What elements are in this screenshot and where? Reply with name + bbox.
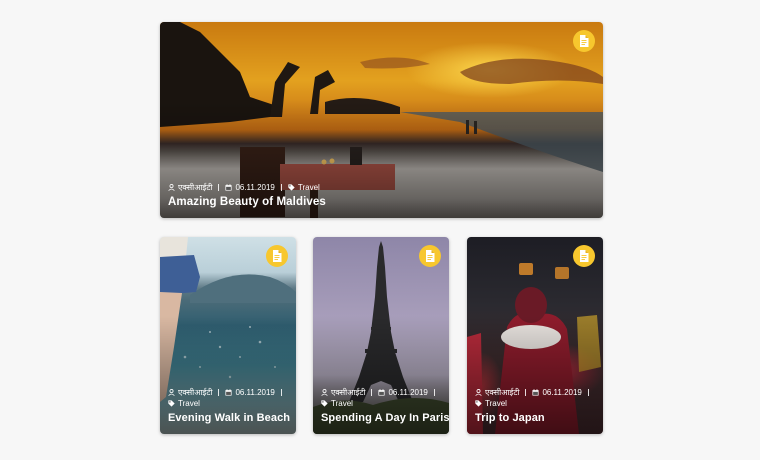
document-icon — [580, 35, 589, 47]
category-text: Travel — [485, 399, 507, 408]
post-title[interactable]: Amazing Beauty of Maldives — [168, 196, 595, 208]
category-text: Travel — [297, 183, 320, 192]
category-text: Travel — [331, 399, 353, 408]
format-badge[interactable] — [573, 245, 595, 267]
post-info: एक्सीआईटी 06.11.2019 Travel Evening Walk… — [168, 387, 290, 424]
calendar-icon — [532, 389, 539, 396]
user-icon — [168, 184, 175, 191]
post-title[interactable]: Evening Walk in Beach — [168, 412, 290, 424]
date-text: 06.11.2019 — [235, 183, 275, 192]
meta-divider — [525, 389, 527, 396]
post-category[interactable]: Travel — [288, 182, 320, 193]
document-icon — [580, 250, 589, 262]
post-info: एक्सीआईटी 06.11.2019 Travel Spending A D… — [321, 387, 449, 424]
meta-divider — [433, 389, 435, 396]
post-author[interactable]: एक्सीआईटी — [168, 182, 212, 193]
post-category[interactable]: Travel — [321, 398, 441, 409]
author-name: एक्सीआईटी — [178, 183, 213, 192]
post-meta: एक्सीआईटी 06.11.2019 Travel — [168, 182, 595, 193]
date-text: 06.11.2019 — [235, 388, 275, 397]
format-badge[interactable] — [419, 245, 441, 267]
post-category[interactable]: Travel — [168, 398, 288, 409]
post-meta: एक्सीआईटी 06.11.2019 Travel — [168, 387, 288, 409]
tag-icon — [475, 400, 482, 407]
category-text: Travel — [178, 399, 200, 408]
user-icon — [321, 389, 328, 396]
document-icon — [426, 250, 435, 262]
meta-divider — [218, 389, 220, 396]
post-meta: एक्सीआईटी 06.11.2019 Travel — [475, 387, 595, 409]
post-author[interactable]: एक्सीआईटी — [475, 387, 519, 398]
post-category[interactable]: Travel — [475, 398, 595, 409]
post-date: 06.11.2019 — [225, 387, 275, 398]
tag-icon — [288, 184, 295, 191]
meta-divider — [218, 184, 220, 191]
post-card-paris[interactable]: एक्सीआईटी 06.11.2019 Travel Spending A D… — [313, 237, 449, 434]
post-date: 06.11.2019 — [225, 182, 275, 193]
post-info: एक्सीआईटी 06.11.2019 Travel Trip to Japa… — [475, 387, 595, 424]
post-title[interactable]: Trip to Japan — [475, 412, 595, 424]
format-badge[interactable] — [573, 30, 595, 52]
post-meta: एक्सीआईटी 06.11.2019 Travel — [321, 387, 441, 409]
post-author[interactable]: एक्सीआईटी — [321, 387, 365, 398]
post-date: 06.11.2019 — [532, 387, 582, 398]
user-icon — [168, 389, 175, 396]
user-icon — [475, 389, 482, 396]
calendar-icon — [225, 184, 232, 191]
meta-divider — [587, 389, 589, 396]
document-icon — [273, 250, 282, 262]
date-text: 06.11.2019 — [388, 388, 428, 397]
post-card-maldives[interactable]: एक्सीआईटी 06.11.2019 Travel Amazing Beau… — [160, 22, 603, 218]
meta-divider — [280, 389, 282, 396]
author-name: एक्सीआईटी — [485, 388, 520, 397]
post-title[interactable]: Spending A Day In Paris — [321, 412, 449, 424]
tag-icon — [321, 400, 328, 407]
post-card-japan[interactable]: एक्सीआईटी 06.11.2019 Travel Trip to Japa… — [467, 237, 603, 434]
author-name: एक्सीआईटी — [178, 388, 213, 397]
meta-divider — [371, 389, 373, 396]
post-info: एक्सीआईटी 06.11.2019 Travel Amazing Beau… — [168, 182, 595, 208]
author-name: एक्सीआईटी — [331, 388, 366, 397]
calendar-icon — [225, 389, 232, 396]
post-date: 06.11.2019 — [378, 387, 428, 398]
date-text: 06.11.2019 — [542, 388, 582, 397]
post-card-beach[interactable]: एक्सीआईटी 06.11.2019 Travel Evening Walk… — [160, 237, 296, 434]
post-grid: एक्सीआईटी 06.11.2019 Travel Amazing Beau… — [0, 0, 760, 460]
format-badge[interactable] — [266, 245, 288, 267]
post-author[interactable]: एक्सीआईटी — [168, 387, 212, 398]
tag-icon — [168, 400, 175, 407]
meta-divider — [280, 184, 282, 191]
calendar-icon — [378, 389, 385, 396]
